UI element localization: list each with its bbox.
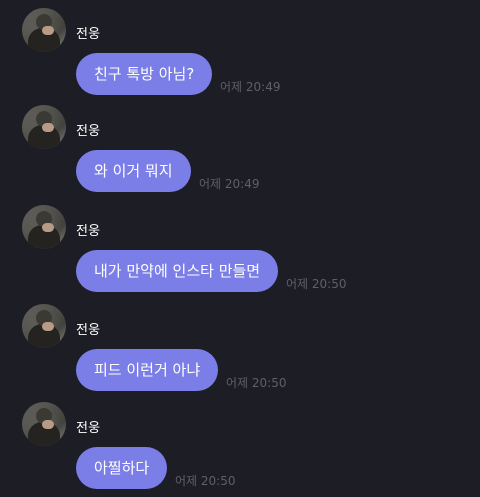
avatar[interactable] (22, 8, 66, 52)
message-timestamp: 어제 20:49 (199, 177, 260, 191)
avatar[interactable] (22, 105, 66, 149)
message-group: 전웅 와 이거 뭐지 어제 20:49 (0, 97, 480, 194)
sender-name: 전웅 (76, 124, 101, 139)
message-timestamp: 어제 20:50 (226, 376, 287, 390)
avatar[interactable] (22, 402, 66, 446)
avatar[interactable] (22, 205, 66, 249)
message-bubble[interactable]: 와 이거 뭐지 (76, 150, 191, 192)
message-timestamp: 어제 20:49 (220, 80, 281, 94)
message-bubble[interactable]: 친구 톡방 아님? (76, 53, 213, 95)
sender-name: 전웅 (76, 224, 101, 239)
sender-name: 전웅 (76, 27, 101, 42)
sender-name: 전웅 (76, 323, 101, 338)
chat-message-list: 전웅 친구 톡방 아님? 어제 20:49 전웅 와 이거 뭐지 어제 20:4… (0, 0, 480, 497)
message-timestamp: 어제 20:50 (286, 277, 347, 291)
message-group: 전웅 내가 만약에 인스타 만들면 어제 20:50 (0, 197, 480, 294)
message-group: 전웅 피드 이런거 아냐 어제 20:50 (0, 296, 480, 393)
message-bubble[interactable]: 피드 이런거 아냐 (76, 349, 219, 391)
sender-name: 전웅 (76, 421, 101, 436)
avatar[interactable] (22, 304, 66, 348)
message-timestamp: 어제 20:50 (175, 474, 236, 488)
message-bubble[interactable]: 아찔하다 (76, 447, 168, 489)
message-group: 전웅 아찔하다 어제 20:50 (0, 394, 480, 491)
message-group: 전웅 친구 톡방 아님? 어제 20:49 (0, 0, 480, 97)
message-bubble[interactable]: 내가 만약에 인스타 만들면 (76, 250, 279, 292)
